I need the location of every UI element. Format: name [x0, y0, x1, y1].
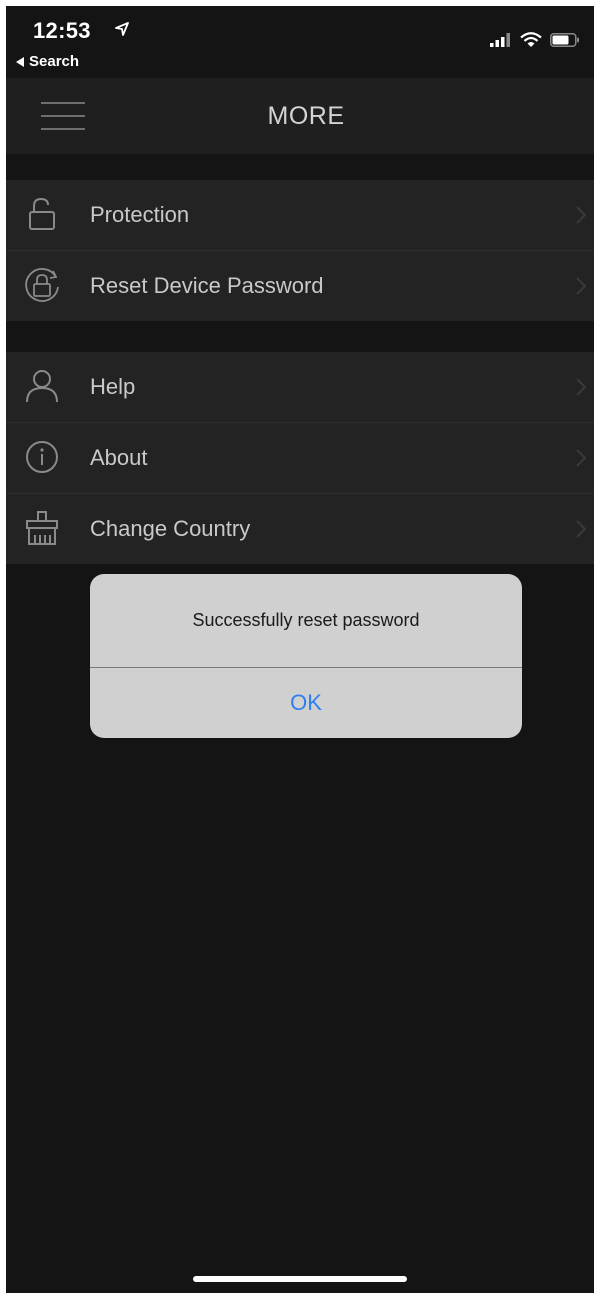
- chevron-right-icon: [576, 378, 586, 396]
- chevron-right-icon: [576, 206, 586, 224]
- menu-item-protection[interactable]: Protection: [6, 180, 594, 251]
- broom-icon: [22, 508, 62, 548]
- lock-reset-icon: [22, 265, 62, 305]
- menu-item-label: Protection: [90, 202, 190, 227]
- settings-section-general: Help About Change Country: [6, 352, 594, 564]
- ok-button[interactable]: OK: [90, 668, 522, 738]
- cellular-signal-icon: [490, 33, 510, 47]
- battery-icon: [550, 33, 579, 47]
- back-search-label: Search: [29, 53, 80, 70]
- info-icon: [22, 437, 62, 477]
- menu-item-label: About: [90, 445, 148, 470]
- home-indicator[interactable]: [193, 1276, 407, 1282]
- menu-item-label: Help: [90, 374, 136, 399]
- chevron-right-icon: [576, 520, 586, 538]
- page-title: MORE: [267, 102, 345, 130]
- menu-item-about[interactable]: About: [6, 423, 594, 494]
- menu-item-help[interactable]: Help: [6, 352, 594, 423]
- menu-item-label: Reset Device Password: [90, 273, 324, 298]
- menu-item-reset-device-password[interactable]: Reset Device Password: [6, 251, 594, 321]
- back-to-search-link[interactable]: Search: [16, 53, 79, 70]
- menu-item-label: Change Country: [90, 516, 251, 541]
- settings-section-security: Protection Reset Device Password: [6, 180, 594, 321]
- status-time: 12:53: [33, 18, 91, 43]
- navigation-bar: MORE: [6, 78, 594, 154]
- person-icon: [22, 366, 62, 406]
- lock-icon: [22, 194, 62, 234]
- status-icons: [490, 32, 580, 48]
- wifi-icon: [520, 32, 542, 47]
- chevron-right-icon: [576, 449, 586, 467]
- alert-message: Successfully reset password: [192, 610, 420, 630]
- menu-item-change-country[interactable]: Change Country: [6, 494, 594, 564]
- alert-dialog: Successfully reset password OK: [90, 574, 522, 738]
- chevron-right-icon: [576, 277, 586, 295]
- app-screen: 12:53 Search MORE Protection Reset Devic…: [6, 6, 594, 1293]
- location-arrow-icon: [115, 22, 129, 36]
- back-arrow-icon: [16, 56, 24, 67]
